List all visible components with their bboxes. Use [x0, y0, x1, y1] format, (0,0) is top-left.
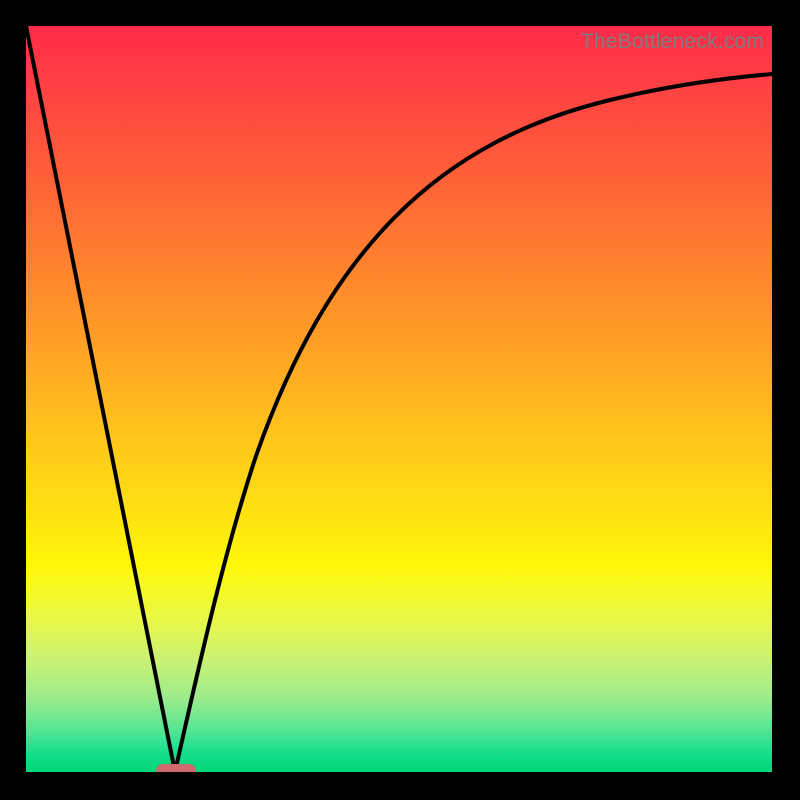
left-line: [26, 26, 175, 772]
trough-marker: [156, 764, 196, 772]
watermark-text: TheBottleneck.com: [581, 30, 764, 54]
right-curve: [175, 74, 772, 772]
plot-area: TheBottleneck.com: [26, 26, 772, 772]
curve-layer: [26, 26, 772, 772]
chart-container: TheBottleneck.com: [0, 0, 800, 800]
